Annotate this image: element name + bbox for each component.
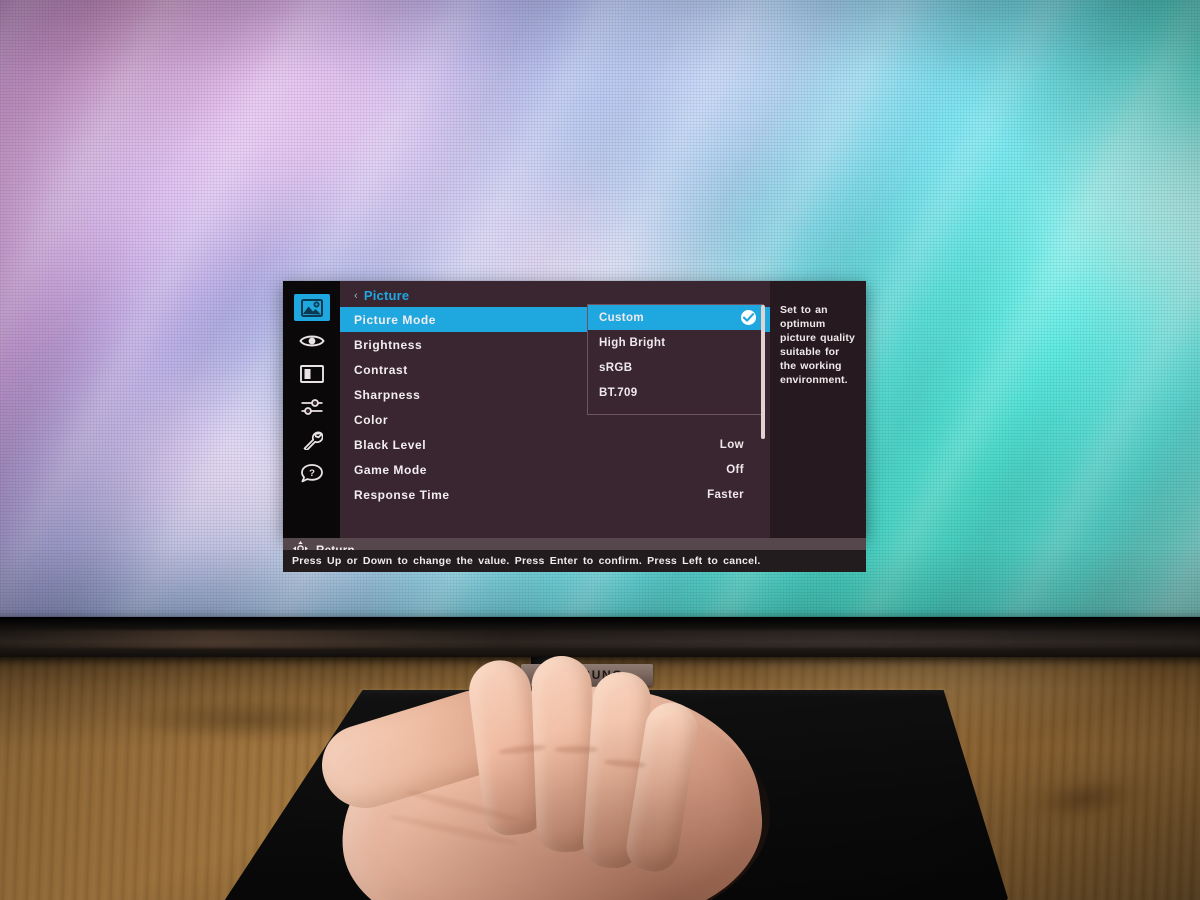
menu-item-label: Response Time [354,487,450,502]
menu-item-label: Color [354,412,389,427]
dropdown-option-high-bright[interactable]: High Bright [588,330,763,355]
dropdown-option-srgb[interactable]: sRGB [588,355,763,380]
dropdown-option-label: BT.709 [599,386,638,399]
wrench-icon [301,430,323,450]
hand-crease [554,746,598,753]
menu-item-value: Low [719,438,744,451]
menu-item-black-level[interactable]: Black Level Low [340,432,770,457]
osd-scrollbar-thumb[interactable] [761,305,765,439]
sidebar-item-picture[interactable] [293,294,330,321]
pip-pbp-icon [299,364,324,383]
dropdown-option-custom[interactable]: Custom [588,305,763,330]
menu-item-label: Game Mode [354,462,427,477]
menu-item-value: Faster [707,488,744,501]
sidebar-item-pip-pbp[interactable] [294,360,330,387]
dropdown-option-label: High Bright [599,336,666,349]
sidebar-item-system[interactable] [294,426,330,453]
dropdown-option-label: sRGB [599,361,633,374]
osd-description-text: Set to an optimum picture quality suitab… [780,304,856,386]
sidebar-item-eye-care[interactable] [294,327,330,354]
menu-item-label: Brightness [354,337,423,352]
svg-text:?: ? [309,468,315,479]
menu-item-label: Sharpness [354,387,421,402]
osd-menu: ? ‹ Picture Picture Mode Brightness Cont… [283,281,866,563]
osd-description-panel: Set to an optimum picture quality suitab… [770,281,866,538]
menu-item-label: Contrast [354,362,408,377]
help-bubble-icon: ? [300,463,324,483]
eye-icon [298,333,325,349]
dropdown-option-bt709[interactable]: BT.709 [588,380,763,405]
check-circle-icon [741,310,756,325]
osd-body: ‹ Picture Picture Mode Brightness Contra… [340,281,866,538]
osd-page-title: ‹ Picture [354,288,409,303]
users-hand [300,650,820,900]
osd-status-text: Press Up or Down to change the value. Pr… [292,555,761,567]
sidebar-item-onscreen-display[interactable] [294,393,330,420]
picture-mode-dropdown: Custom High Bright sRGB BT.709 [587,304,764,415]
monitor-screen: ? ‹ Picture Picture Mode Brightness Cont… [0,0,1200,620]
monitor-bezel-sheen [0,630,1200,648]
menu-item-label: Black Level [354,437,427,452]
back-chevron-icon[interactable]: ‹ [354,290,358,302]
sliders-icon [300,398,324,416]
sidebar-item-support[interactable]: ? [294,459,330,486]
picture-icon [300,298,323,317]
menu-item-game-mode[interactable]: Game Mode Off [340,457,770,482]
menu-item-label: Picture Mode [354,312,436,327]
dropdown-option-label: Custom [599,311,644,324]
photo-scene: ? ‹ Picture Picture Mode Brightness Cont… [0,0,1200,900]
osd-sidebar: ? [283,281,340,538]
osd-status-bar: Press Up or Down to change the value. Pr… [283,550,866,572]
osd-main-panel: ‹ Picture Picture Mode Brightness Contra… [340,281,770,538]
osd-title-text: Picture [363,288,410,303]
menu-item-value: Off [726,463,744,476]
menu-item-response-time[interactable]: Response Time Faster [340,482,770,507]
monitor-bezel-lip [0,617,1200,622]
